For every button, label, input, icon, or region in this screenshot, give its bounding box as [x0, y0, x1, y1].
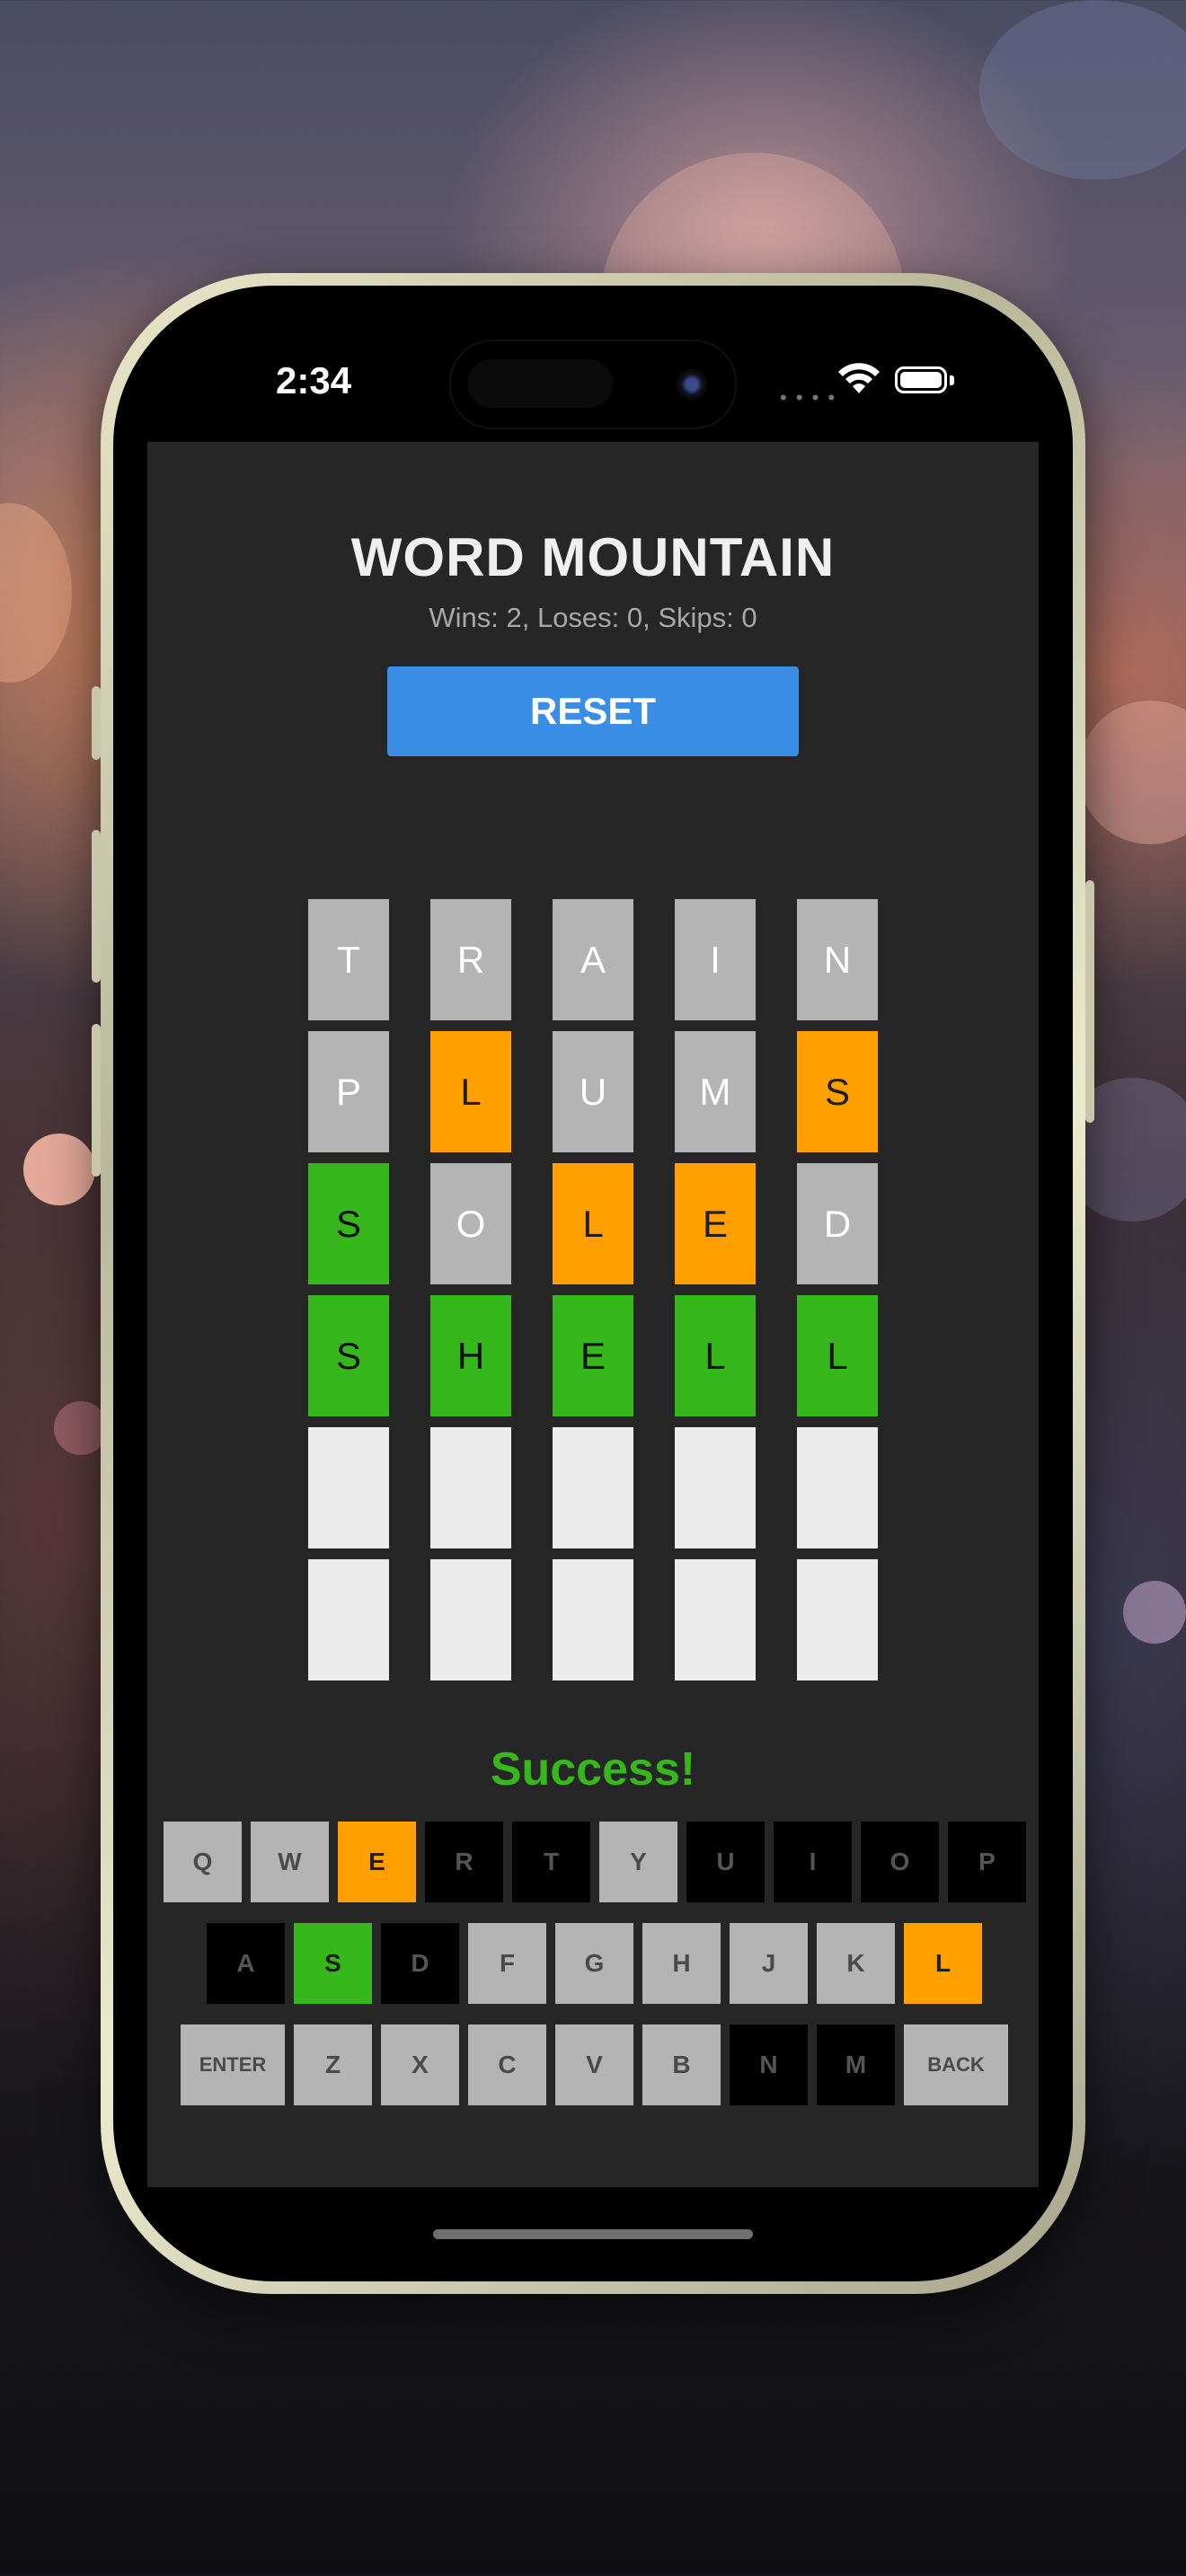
letter-tile: S	[797, 1031, 878, 1152]
key-g[interactable]: G	[555, 1923, 633, 2004]
letter-tile: P	[308, 1031, 389, 1152]
letter-tile: I	[675, 899, 756, 1020]
board-row: PLUMS	[308, 1031, 878, 1152]
key-back[interactable]: BACK	[904, 2025, 1008, 2105]
bokeh-circle	[54, 1401, 108, 1455]
letter-tile: E	[553, 1295, 633, 1416]
letter-tile	[430, 1559, 511, 1681]
key-enter[interactable]: ENTER	[181, 2025, 285, 2105]
letter-tile	[797, 1427, 878, 1548]
key-f[interactable]: F	[468, 1923, 546, 2004]
bokeh-circle	[1078, 701, 1186, 844]
letter-tile	[553, 1559, 633, 1681]
camera-icon	[676, 368, 708, 401]
bokeh-circle	[1123, 1581, 1186, 1644]
letter-tile	[308, 1427, 389, 1548]
signal-dots-icon: • • • •	[780, 386, 837, 409]
bokeh-circle	[23, 1134, 95, 1205]
key-y[interactable]: Y	[599, 1822, 677, 1902]
keyboard-row-3: ENTER Z X C V B N M BACK	[181, 2025, 1008, 2105]
letter-tile: M	[675, 1031, 756, 1152]
key-j[interactable]: J	[730, 1923, 808, 2004]
key-n[interactable]: N	[730, 2025, 808, 2105]
letter-tile	[553, 1427, 633, 1548]
battery-nub	[950, 375, 954, 385]
keyboard-row-1: QWERTYUIOP	[164, 1822, 1026, 1902]
key-v[interactable]: V	[555, 2025, 633, 2105]
board-row: SOLED	[308, 1163, 878, 1284]
letter-tile: L	[553, 1163, 633, 1284]
key-i[interactable]: I	[774, 1822, 852, 1902]
battery-icon	[895, 366, 947, 393]
letter-tile: L	[675, 1295, 756, 1416]
side-button	[1085, 880, 1094, 1123]
key-b[interactable]: B	[642, 2025, 721, 2105]
letter-tile: D	[797, 1163, 878, 1284]
key-h[interactable]: H	[642, 1923, 721, 2004]
key-p[interactable]: P	[948, 1822, 1026, 1902]
board-row: TRAIN	[308, 899, 878, 1020]
board-row	[308, 1427, 878, 1548]
key-s[interactable]: S	[294, 1923, 372, 2004]
letter-tile: S	[308, 1295, 389, 1416]
key-c[interactable]: C	[468, 2025, 546, 2105]
key-d[interactable]: D	[381, 1923, 459, 2004]
bokeh-circle	[979, 0, 1186, 180]
key-q[interactable]: Q	[164, 1822, 242, 1902]
board-row: SHELL	[308, 1295, 878, 1416]
guess-board: TRAINPLUMSSOLEDSHELL	[308, 899, 878, 1691]
key-u[interactable]: U	[686, 1822, 765, 1902]
letter-tile: O	[430, 1163, 511, 1284]
island-sensor	[467, 359, 613, 408]
key-o[interactable]: O	[861, 1822, 939, 1902]
key-z[interactable]: Z	[294, 2025, 372, 2105]
wifi-icon	[838, 363, 880, 393]
letter-tile: H	[430, 1295, 511, 1416]
letter-tile	[797, 1559, 878, 1681]
key-a[interactable]: A	[207, 1923, 285, 2004]
letter-tile: S	[308, 1163, 389, 1284]
letter-tile: E	[675, 1163, 756, 1284]
letter-tile	[430, 1427, 511, 1548]
result-message: Success!	[490, 1743, 696, 1795]
letter-tile: L	[430, 1031, 511, 1152]
letter-tile: N	[797, 899, 878, 1020]
letter-tile: U	[553, 1031, 633, 1152]
volume-up-button	[92, 830, 101, 983]
key-k[interactable]: K	[817, 1923, 895, 2004]
key-r[interactable]: R	[425, 1822, 503, 1902]
board-row	[308, 1559, 878, 1681]
key-t[interactable]: T	[512, 1822, 590, 1902]
reset-button[interactable]: RESET	[387, 666, 799, 756]
score-stats: Wins: 2, Loses: 0, Skips: 0	[429, 602, 757, 633]
volume-down-button	[92, 1024, 101, 1177]
key-x[interactable]: X	[381, 2025, 459, 2105]
letter-tile: T	[308, 899, 389, 1020]
letter-tile: L	[797, 1295, 878, 1416]
key-l[interactable]: L	[904, 1923, 982, 2004]
home-indicator	[433, 2229, 753, 2239]
game-title: WORD MOUNTAIN	[350, 527, 836, 587]
letter-tile	[675, 1559, 756, 1681]
key-w[interactable]: W	[251, 1822, 329, 1902]
letter-tile	[308, 1559, 389, 1681]
letter-tile: R	[430, 899, 511, 1020]
letter-tile: A	[553, 899, 633, 1020]
bokeh-circle	[0, 503, 72, 683]
letter-tile	[675, 1427, 756, 1548]
action-button	[92, 686, 101, 760]
status-time: 2:34	[276, 359, 352, 401]
keyboard-row-2: ASDFGHJKL	[207, 1923, 982, 2004]
key-e[interactable]: E	[338, 1822, 416, 1902]
key-m[interactable]: M	[817, 2025, 895, 2105]
